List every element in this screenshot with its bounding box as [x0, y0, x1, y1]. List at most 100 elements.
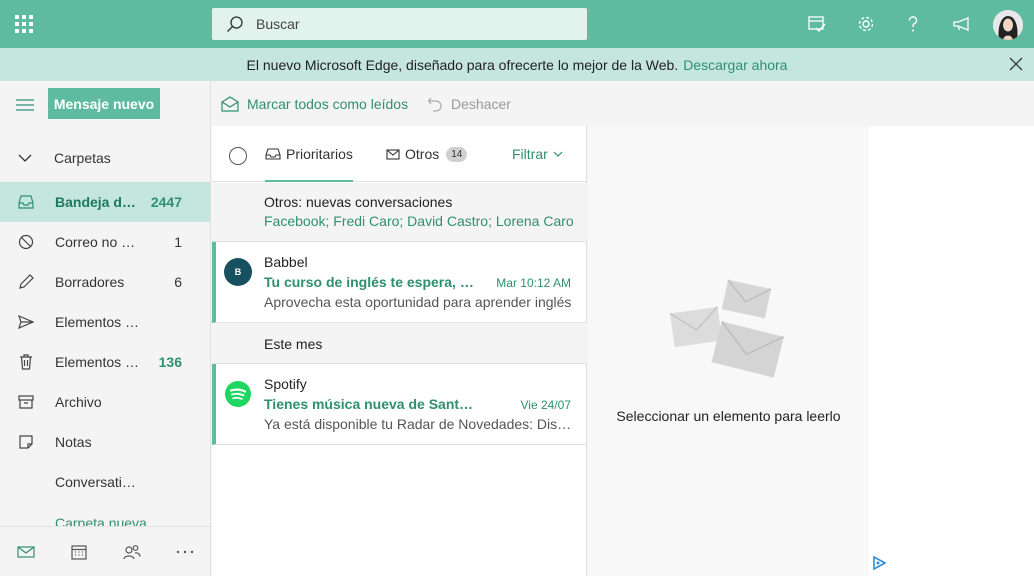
more-apps-button[interactable] [159, 527, 211, 576]
sender-name: Spotify [264, 376, 307, 392]
search-box[interactable] [212, 8, 587, 40]
mark-all-read-button[interactable]: Marcar todos como leídos [221, 81, 408, 126]
send-icon [16, 315, 36, 329]
pencil-icon [16, 274, 36, 290]
banner-text: El nuevo Microsoft Edge, diseñado para o… [246, 56, 679, 73]
search-input[interactable] [256, 16, 556, 32]
more-icon [176, 550, 194, 554]
download-link[interactable]: Descargar ahora [683, 57, 787, 73]
folder-count: 136 [158, 354, 182, 370]
folder-name: Correo no deseado [55, 234, 142, 250]
folder-inbox[interactable]: Bandeja de entrada 2447 [0, 182, 210, 222]
message-date: Mar 10:12 AM [496, 276, 571, 290]
others-senders: Facebook; Fredi Caro; David Castro; Lore… [264, 213, 574, 229]
undo-icon [427, 97, 442, 112]
tab-label: Otros [405, 146, 440, 162]
tab-label: Prioritarios [286, 146, 353, 162]
unread-count-badge: 14 [446, 146, 468, 162]
help-button[interactable] [889, 0, 937, 48]
select-all-checkbox[interactable] [229, 147, 247, 165]
section-label: Este mes [264, 336, 323, 352]
close-icon[interactable] [1008, 56, 1024, 72]
app-launcher-button[interactable] [0, 0, 48, 48]
module-switcher [0, 526, 210, 576]
folder-archive[interactable]: Archivo [0, 382, 210, 422]
hamburger-icon[interactable] [16, 99, 34, 111]
folder-count: 1 [174, 234, 182, 250]
folder-count: 6 [174, 274, 182, 290]
feedback-button[interactable] [938, 0, 986, 48]
search-icon [227, 16, 243, 32]
folder-notes[interactable]: Notas [0, 422, 210, 462]
ad-choices-icon[interactable] [872, 556, 886, 570]
trash-icon [16, 354, 36, 370]
folders-label: Carpetas [54, 150, 111, 166]
message-list: Prioritarios Otros 14 Filtrar Otros: nue… [212, 126, 587, 576]
folder-name: Archivo [55, 394, 102, 410]
inbox-icon [16, 195, 36, 209]
tab-focused[interactable]: Prioritarios [265, 126, 353, 182]
folder-name: Carpeta nueva [55, 515, 147, 526]
section-header: Este mes [212, 323, 587, 364]
folder-conversation-history[interactable]: Conversation History [0, 462, 210, 502]
chevron-down-icon [553, 151, 563, 157]
folder-junk[interactable]: Correo no deseado 1 [0, 222, 210, 262]
note-icon [16, 435, 36, 449]
others-summary-row[interactable]: Otros: nuevas conversaciones Facebook; F… [212, 183, 587, 242]
undo-label: Deshacer [451, 95, 511, 112]
folder-name: Conversation History [55, 474, 142, 490]
mail-module-button[interactable] [0, 527, 52, 576]
top-bar [0, 0, 1034, 48]
ad-pane [869, 126, 1034, 576]
undo-button[interactable]: Deshacer [427, 81, 511, 126]
waffle-icon [15, 15, 33, 33]
chevron-down-icon [18, 154, 32, 162]
archive-icon [16, 395, 36, 409]
calendar-check-icon [808, 16, 826, 33]
new-message-button[interactable]: Mensaje nuevo [48, 88, 160, 119]
sidebar: Mensaje nuevo Carpetas Bandeja de entrad… [0, 81, 211, 576]
message-date: Vie 24/07 [520, 398, 572, 412]
block-icon [16, 234, 36, 250]
envelopes-illustration [669, 279, 785, 378]
calendar-module-button[interactable] [53, 527, 105, 576]
tab-other[interactable]: Otros 14 [386, 126, 468, 182]
folder-sent[interactable]: Elementos enviados [0, 302, 210, 342]
user-avatar[interactable] [993, 10, 1023, 40]
folder-name: Elementos eliminados [55, 354, 142, 370]
megaphone-icon [953, 17, 969, 31]
folder-drafts[interactable]: Borradores 6 [0, 262, 210, 302]
mail-icon [17, 546, 35, 558]
others-title: Otros: nuevas conversaciones [264, 194, 453, 210]
envelope-icon [386, 148, 400, 160]
settings-button[interactable] [842, 0, 890, 48]
inbox-tab-icon [265, 148, 281, 160]
reading-pane: Seleccionar un elemento para leerlo [588, 126, 869, 576]
question-icon [908, 16, 918, 32]
new-folder-link[interactable]: Carpeta nueva [0, 502, 210, 526]
folders-header[interactable]: Carpetas [0, 141, 210, 175]
people-module-button[interactable] [106, 527, 158, 576]
message-row[interactable]: B Babbel Tu curso de inglés te espera, a… [212, 242, 587, 323]
edge-banner: El nuevo Microsoft Edge, diseñado para o… [0, 48, 1034, 81]
message-subject: Tu curso de inglés te espera, ahora [264, 274, 474, 290]
gear-icon [858, 16, 874, 32]
folder-count: 2447 [150, 194, 182, 210]
mark-all-read-label: Marcar todos como leídos [247, 95, 409, 112]
folder-name: Borradores [55, 274, 125, 290]
filter-button[interactable]: Filtrar [512, 126, 563, 182]
sender-name: Babbel [264, 254, 308, 270]
empty-reading-text: Seleccionar un elemento para leerlo [616, 408, 841, 424]
my-day-button[interactable] [793, 0, 841, 48]
message-preview: Ya está disponible tu Radar de Novedades… [264, 416, 572, 432]
folder-deleted[interactable]: Elementos eliminados 136 [0, 342, 210, 382]
filter-label: Filtrar [512, 146, 548, 162]
message-subject: Tienes música nueva de Santiago [264, 396, 474, 412]
sender-avatar: B [224, 258, 252, 286]
message-row[interactable]: Spotify Tienes música nueva de Santiago … [212, 364, 587, 445]
command-bar: Marcar todos como leídos Deshacer [212, 81, 1034, 126]
open-envelope-icon [221, 95, 239, 112]
spotify-logo-icon [225, 381, 251, 407]
list-header: Prioritarios Otros 14 Filtrar [212, 126, 587, 182]
calendar-icon [71, 545, 87, 560]
